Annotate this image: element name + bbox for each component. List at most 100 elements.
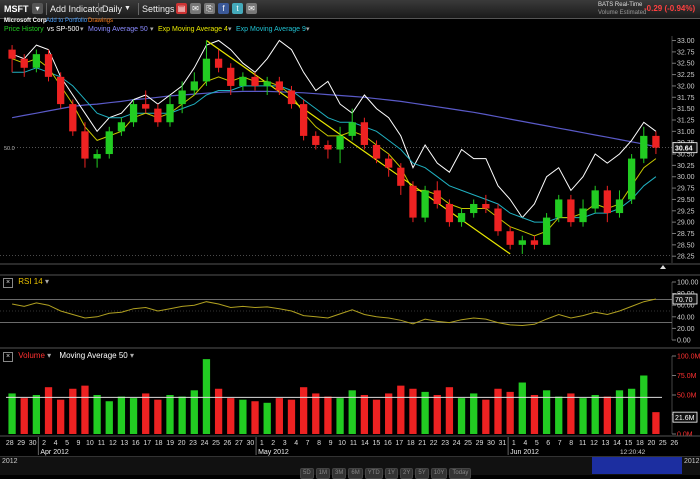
x-day-label: 16 (132, 440, 140, 447)
price-tick-label: 31.75 (677, 95, 695, 102)
price-tick-label: 32.75 (677, 49, 695, 56)
volume-bar (603, 396, 611, 434)
candle-body (239, 76, 247, 86)
navigator-bar[interactable]: 2012 5D 1M 3M 6M YTD 1Y 2Y 5Y 10Y Today 2012 (0, 456, 700, 479)
x-day-label: 24 (201, 440, 209, 447)
x-day-label: 23 (441, 440, 449, 447)
price-tick-label: 30.00 (677, 174, 695, 181)
volume-value-label: 21.6M (675, 415, 695, 422)
candle-body (190, 81, 198, 91)
candle-body (445, 203, 454, 223)
chevron-down-icon[interactable]: ▾ (130, 351, 134, 360)
x-day-label: 4 (54, 440, 58, 447)
candle-body (263, 81, 271, 86)
close-icon[interactable]: × (3, 352, 13, 362)
x-day-label: 1 (512, 440, 516, 447)
x-day-label: 19 (166, 440, 174, 447)
volume-bar (640, 375, 648, 434)
volume-ma-label[interactable]: Moving Average 50 (59, 351, 127, 360)
x-day-label: 29 (476, 440, 484, 447)
rsi-panel: 100.0080.0060.0040.0020.000.0070.70 (0, 274, 700, 345)
candle-body (482, 203, 490, 209)
price-tick-label: 32.00 (677, 83, 695, 90)
volume-bar (312, 393, 320, 434)
volume-bar (287, 399, 296, 434)
price-tick-label: 29.00 (677, 220, 695, 227)
x-day-label: 11 (98, 440, 105, 447)
volume-bar (142, 393, 150, 434)
chart-canvas[interactable]: 33.00 32.75 32.50 32.25 32.00 31.75 31.50 31.25… (0, 0, 700, 456)
x-day-label: 30 (29, 440, 37, 447)
price-tick-label: 29.25 (677, 208, 695, 215)
candle-body (603, 190, 611, 214)
volume-bar (129, 398, 138, 434)
x-day-label: 10 (86, 440, 94, 447)
volume-header: × Volume ▾ Moving Average 50 ▾ (3, 351, 134, 362)
price-tick-label: 28.75 (677, 231, 695, 238)
volume-bar (32, 395, 41, 434)
x-day-label: 18 (636, 440, 644, 447)
x-day-label: 4 (294, 440, 298, 447)
chevron-down-icon[interactable]: ▾ (47, 351, 51, 360)
x-day-label: 22 (430, 440, 438, 447)
candle-body (457, 213, 466, 223)
volume-tick-label: 100.0M (677, 354, 700, 361)
candle-body (433, 190, 441, 204)
volume-bar (385, 393, 393, 434)
candle-body (312, 135, 320, 145)
x-month-label: Apr 2012 (40, 449, 69, 456)
volume-bar (263, 402, 271, 434)
volume-bar (324, 396, 332, 434)
volume-bar (530, 395, 539, 434)
year-right-label: 2012 (684, 458, 700, 465)
candle-body (202, 58, 211, 82)
volume-bar (81, 385, 89, 434)
candle-body (93, 154, 101, 159)
candle-body (336, 135, 344, 150)
rsi-header: × RSI 14 ▾ (3, 277, 49, 288)
candle-body (287, 90, 296, 105)
volume-bar (117, 396, 126, 434)
candle-body (494, 208, 502, 232)
candle-body (348, 122, 356, 136)
candle-body (81, 131, 89, 159)
volume-bar (470, 393, 478, 434)
price-tick-label: 32.25 (677, 72, 695, 79)
volume-bar (397, 385, 405, 434)
volume-bar (445, 387, 454, 434)
x-day-label: 11 (579, 440, 586, 447)
volume-title[interactable]: Volume (18, 351, 45, 360)
candle-body (372, 144, 381, 159)
price-tick-label: 28.25 (677, 254, 695, 261)
chevron-down-icon[interactable]: ▾ (45, 277, 49, 286)
x-day-label: 6 (546, 440, 550, 447)
navigator-window[interactable] (592, 457, 682, 474)
x-axis: 28 29 30 2 4 5 9 10 11 12 13 16 17 18 19 20 23 24 25 26 27 30… (0, 435, 700, 456)
x-day-label: 25 (212, 440, 220, 447)
volume-bar (44, 387, 53, 434)
rsi-tick-label: 0.00 (677, 338, 691, 345)
scroll-marker-icon (660, 265, 666, 269)
x-day-label: 2 (271, 440, 275, 447)
x-day-label: 21 (418, 440, 426, 447)
x-day-label: 14 (361, 440, 369, 447)
close-icon[interactable]: × (3, 278, 13, 288)
x-day-label: 26 (224, 440, 232, 447)
price-panel: 33.00 32.75 32.50 32.25 32.00 31.75 31.50 31.25… (0, 36, 700, 269)
candle-body (227, 67, 235, 86)
candle-body (44, 54, 53, 77)
rsi-tick-label: 100.00 (677, 280, 699, 287)
price-tick-label: 28.50 (677, 242, 695, 249)
candle-body (542, 217, 551, 245)
x-day-label: 8 (569, 440, 573, 447)
volume-bar (299, 387, 308, 434)
rsi-value-label: 70.70 (675, 297, 693, 304)
volume-bar (433, 395, 441, 434)
x-day-label: 12 (109, 440, 117, 447)
x-day-label: 14 (613, 440, 621, 447)
candle-body (20, 58, 28, 68)
rsi-tick-label: 40.00 (677, 314, 695, 321)
candle-body (615, 199, 624, 214)
x-day-label: 29 (17, 440, 25, 447)
rsi-title[interactable]: RSI 14 (18, 277, 42, 286)
